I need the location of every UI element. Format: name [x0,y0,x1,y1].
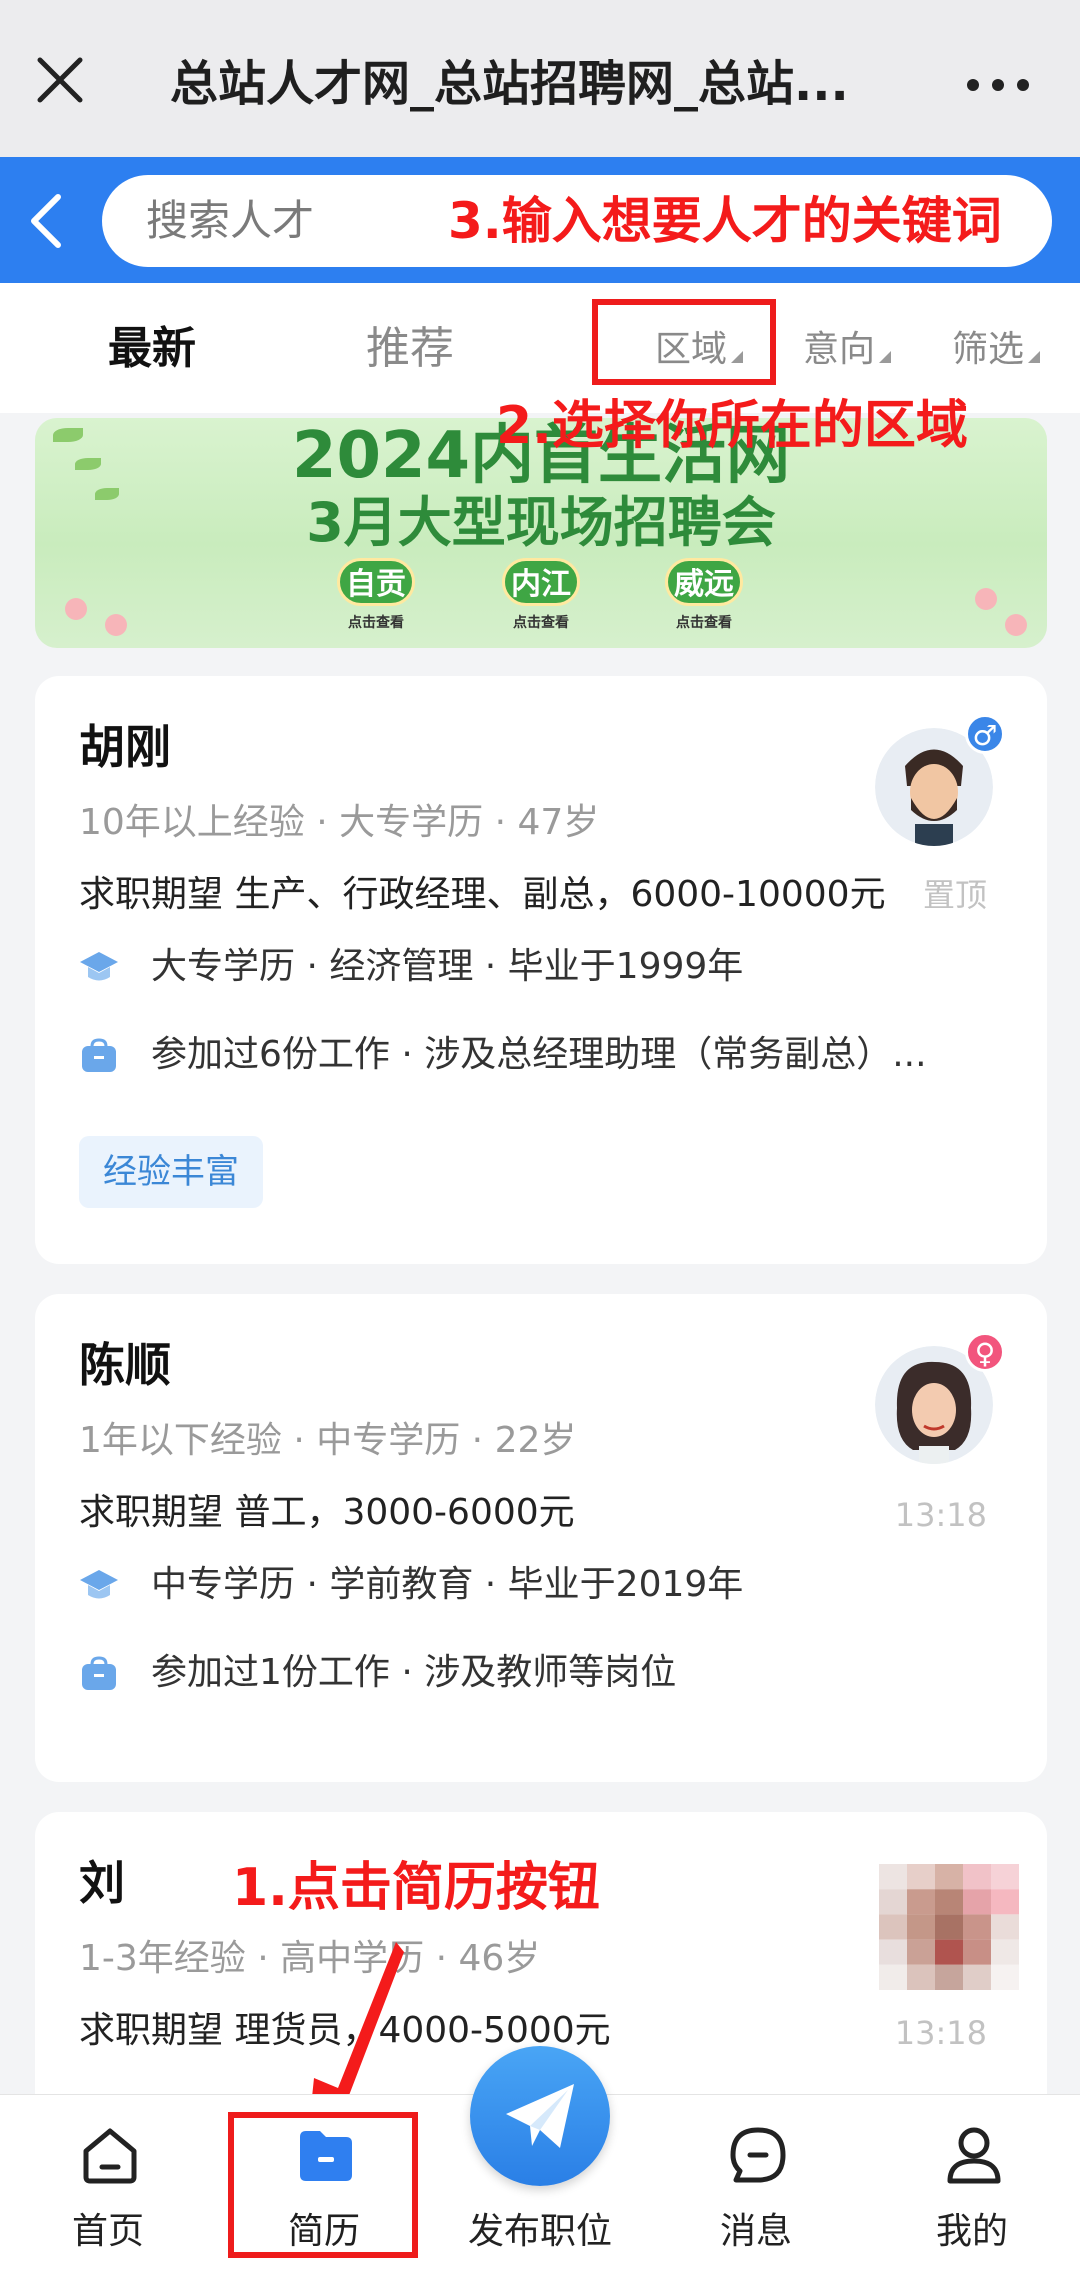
candidate-name: 刘 [79,1856,125,1910]
graduation-cap-icon [80,1570,118,1599]
timestamp: 13:18 [894,2014,987,2052]
candidate-expectation: 求职期望 普工，3000-6000元 [79,1492,575,1533]
candidate-name: 胡刚 [79,720,171,774]
flower-decoration [65,598,87,620]
tab-recommended[interactable]: 推荐 [366,319,454,379]
work-row: 参加过6份工作 · 涉及总经理助理（常务副总）... [79,1030,1009,1080]
briefcase-icon [82,1656,116,1690]
search-placeholder: 搜索人才 [146,196,315,245]
nav-post-label: 发布职位 [467,2211,612,2252]
work-text: 参加过6份工作 · 涉及总经理助理（常务副总）... [151,1034,927,1075]
user-icon [947,2127,1001,2184]
tab-latest[interactable]: 最新 [108,319,196,379]
flower-decoration [975,588,997,610]
annotation-step2: 2.选择你所在的区域 [496,396,968,456]
post-job-button[interactable] [470,2046,610,2186]
work-row: 参加过1份工作 · 涉及教师等岗位 [79,1648,1009,1698]
timestamp: 13:18 [894,1496,987,1534]
experience-tag: 经验丰富 [79,1136,263,1208]
pinned-label: 置顶 [922,876,987,914]
male-icon: ♂ [965,714,1005,754]
education-text: 中专学历 · 学前教育 · 毕业于2019年 [151,1564,744,1605]
candidate-card[interactable]: 陈顺 1年以下经验 · 中专学历 · 22岁 求职期望 普工，3000-6000… [35,1294,1047,1782]
triangle-icon [1028,351,1041,363]
city-sub-label: 点击查看 [676,615,732,631]
city-button-weiyuan[interactable]: 威远 [665,558,743,606]
briefcase-icon [82,1038,116,1072]
annotation-step3: 3.输入想要人才的关键词 [448,192,1002,250]
filter-screen[interactable]: 筛选 [952,325,1041,375]
candidate-meta: 10年以上经验 · 大专学历 · 47岁 [79,802,600,843]
female-icon: ♀ [965,1332,1005,1372]
education-text: 大专学历 · 经济管理 · 毕业于1999年 [151,946,744,987]
page-title: 总站人才网_总站招聘网_总站... [170,56,849,112]
blurred-avatar [879,1864,1019,1990]
education-row: 大专学历 · 经济管理 · 毕业于1999年 [79,942,1009,992]
title-bar: 总站人才网_总站招聘网_总站... [0,0,1080,157]
triangle-icon [879,351,892,363]
filter-screen-label: 筛选 [952,329,1025,370]
city-sub-label: 点击查看 [348,615,404,631]
flower-decoration [105,614,127,636]
filter-intent[interactable]: 意向 [803,325,892,375]
candidate-expectation: 求职期望 生产、行政经理、副总，6000-10000元 [79,874,886,915]
work-text: 参加过1份工作 · 涉及教师等岗位 [151,1652,677,1693]
city-sub-label: 点击查看 [513,615,569,631]
nav-me-label: 我的 [935,2211,1008,2252]
candidate-name: 陈顺 [79,1338,171,1392]
city-button-neijiang[interactable]: 内江 [502,558,580,606]
nav-me[interactable]: 我的 [872,2095,1072,2284]
annotation-step1: 1.点击简历按钮 [232,1858,600,1918]
candidate-card[interactable]: 胡刚 10年以上经验 · 大专学历 · 47岁 求职期望 生产、行政经理、副总，… [35,676,1047,1264]
graduation-cap-icon [80,952,118,981]
filter-intent-label: 意向 [803,329,876,370]
nav-home-label: 首页 [71,2211,144,2252]
nav-home[interactable]: 首页 [8,2095,208,2284]
candidate-meta: 1年以下经验 · 中专学历 · 22岁 [79,1420,577,1461]
home-icon [83,2128,137,2184]
annotation-box-resume [228,2112,418,2258]
back-icon[interactable] [22,191,72,251]
education-row: 中专学历 · 学前教育 · 毕业于2019年 [79,1560,1009,1610]
flower-decoration [1005,614,1027,636]
city-button-zigong[interactable]: 自贡 [337,558,415,606]
more-icon[interactable] [966,78,1030,92]
nav-messages-label: 消息 [719,2211,792,2252]
message-icon [730,2127,786,2183]
annotation-box-area [592,299,776,385]
close-icon[interactable] [32,52,88,108]
nav-messages[interactable]: 消息 [656,2095,856,2284]
banner-subtitle: 3月大型现场招聘会 [306,491,776,554]
paper-plane-icon [506,2084,574,2148]
